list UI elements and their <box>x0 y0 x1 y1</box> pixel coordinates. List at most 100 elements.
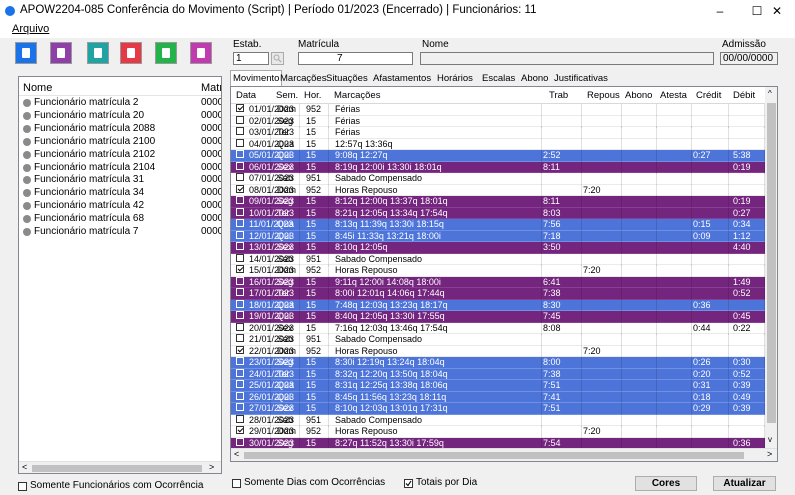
list-item[interactable]: Funcionário matrícula 2100 0000 <box>19 136 221 148</box>
table-row[interactable]: 06/01/2023 Sex 15 8:19q 12:00i 13:30i 18:01… <box>231 161 765 174</box>
row-checkbox[interactable] <box>236 138 244 147</box>
col-matr-header[interactable]: Matr <box>201 82 221 94</box>
row-checkbox[interactable] <box>236 219 244 227</box>
table-row[interactable]: 10/01/2023 Ter 15 8:21q 12:05q 13:34q 17:54… <box>231 207 765 220</box>
row-checkbox[interactable] <box>236 265 244 273</box>
estab-field[interactable]: 1 <box>233 52 269 65</box>
minimize-button[interactable]: – <box>702 0 738 22</box>
row-checkbox[interactable] <box>236 368 244 377</box>
scroll-thumb[interactable] <box>244 452 744 459</box>
totais-por-dia-checkbox[interactable] <box>404 479 413 488</box>
atualizar-button[interactable]: Atualizar <box>713 476 776 491</box>
row-checkbox[interactable] <box>236 242 244 250</box>
row-checkbox[interactable] <box>236 196 244 204</box>
tab-7[interactable]: Justificativas <box>552 72 610 85</box>
toolbar-button-5[interactable] <box>190 42 212 64</box>
table-row[interactable]: 07/01/2023 Sáb 951 Sabado Compensado <box>231 173 765 185</box>
table-row[interactable]: 19/01/2023 Qui 15 8:40q 12:05q 13:30i 17:55… <box>231 311 765 323</box>
scroll-right-icon[interactable]: > <box>767 449 772 459</box>
row-checkbox[interactable] <box>236 437 244 446</box>
table-row[interactable]: 15/01/2023 Dom 952 Horas Repouso 7:20 <box>231 265 765 277</box>
scroll-down-icon[interactable]: v <box>768 435 772 444</box>
search-icon[interactable] <box>271 52 284 65</box>
col-header-7[interactable]: Atesta <box>660 90 687 101</box>
table-row[interactable]: 25/01/2023 Qua 15 8:31q 12:25q 13:38q 18:06… <box>231 380 765 392</box>
row-checkbox[interactable] <box>236 207 244 216</box>
toolbar-button-4[interactable] <box>155 42 177 64</box>
row-checkbox[interactable] <box>236 253 244 262</box>
row-checkbox[interactable] <box>236 357 244 365</box>
toolbar-button-3[interactable] <box>120 42 142 64</box>
table-row[interactable]: 12/01/2023 Qui 15 8:45i 11:33q 13:21q 18:00… <box>231 230 765 243</box>
col-header-2[interactable]: Hor. <box>304 90 321 101</box>
row-checkbox[interactable] <box>236 150 244 158</box>
list-item[interactable]: Funcionário matrícula 7 0000 <box>19 226 221 238</box>
table-row[interactable]: 22/01/2023 Dom 952 Horas Repouso 7:20 <box>231 345 765 358</box>
table-row[interactable]: 02/01/2023 Seg 15 Férias <box>231 115 765 128</box>
table-row[interactable]: 09/01/2023 Seg 15 8:12q 12:00q 13:37q 18:01… <box>231 196 765 208</box>
cores-button[interactable]: Cores <box>635 476 697 491</box>
row-checkbox[interactable] <box>236 414 244 423</box>
list-item[interactable]: Funcionário matrícula 2 0000 <box>19 97 221 109</box>
table-row[interactable]: 23/01/2023 Seg 15 8:30i 12:19q 13:24q 18:04… <box>231 357 765 369</box>
row-checkbox[interactable] <box>236 311 244 319</box>
table-row[interactable]: 18/01/2023 Qua 15 7:48q 12:03q 13:23q 18:17… <box>231 299 765 312</box>
col-header-4[interactable]: Trab <box>549 90 568 101</box>
list-item[interactable]: Funcionário matrícula 20 0000 <box>19 110 221 122</box>
toolbar-button-2[interactable] <box>87 42 109 64</box>
row-checkbox[interactable] <box>236 403 244 411</box>
toolbar-button-0[interactable] <box>15 42 37 64</box>
col-header-3[interactable]: Marcações <box>334 90 380 101</box>
table-row[interactable]: 29/01/2023 Dom 952 Horas Repouso 7:20 <box>231 426 765 438</box>
employee-list-hscrollbar[interactable]: < > <box>19 461 221 473</box>
table-row[interactable]: 04/01/2023 Qua 15 12:57q 13:36q <box>231 138 765 151</box>
tab-5[interactable]: Escalas <box>480 72 517 85</box>
table-row[interactable]: 13/01/2023 Sex 15 8:10q 12:05q 3:50 4:40 <box>231 242 765 254</box>
tab-0[interactable]: Movimento <box>230 70 283 86</box>
col-header-5[interactable]: Repous <box>587 90 620 101</box>
table-row[interactable]: 17/01/2023 Ter 15 8:00i 12:01q 14:06q 17:44… <box>231 288 765 300</box>
list-item[interactable]: Funcionário matrícula 31 0000 <box>19 174 221 186</box>
row-checkbox[interactable] <box>236 288 244 296</box>
row-checkbox[interactable] <box>236 426 244 434</box>
table-row[interactable]: 05/01/2023 Qui 15 9:08q 12:27q 2:52 0:27 5:38 <box>231 150 765 162</box>
row-checkbox[interactable] <box>236 345 244 354</box>
table-row[interactable]: 11/01/2023 Qua 15 8:13q 11:39q 13:30i 18:15… <box>231 219 765 231</box>
col-header-1[interactable]: Sem. <box>276 90 298 101</box>
scroll-up-icon[interactable]: ^ <box>768 89 772 98</box>
table-row[interactable]: 08/01/2023 Dom 952 Horas Repouso 7:20 <box>231 184 765 197</box>
row-checkbox[interactable] <box>236 380 244 388</box>
somente-dias-checkbox[interactable] <box>232 479 241 488</box>
toolbar-button-1[interactable] <box>50 42 72 64</box>
row-checkbox[interactable] <box>236 115 244 124</box>
row-checkbox[interactable] <box>236 391 244 400</box>
row-checkbox[interactable] <box>236 322 244 331</box>
table-row[interactable]: 27/01/2023 Sex 15 8:10q 12:03q 13:01q 17:31… <box>231 403 765 415</box>
table-row[interactable]: 24/01/2023 Ter 15 8:32q 12:20q 13:50q 18:04… <box>231 368 765 381</box>
close-button[interactable]: ✕ <box>759 0 795 22</box>
scroll-right-icon[interactable]: > <box>209 462 214 472</box>
row-checkbox[interactable] <box>236 230 244 239</box>
table-row[interactable]: 26/01/2023 Qui 15 8:45q 11:56q 13:23q 18:11… <box>231 391 765 404</box>
table-row[interactable]: 14/01/2023 Sáb 951 Sabado Compensado <box>231 253 765 266</box>
grid-hscrollbar[interactable]: < > <box>231 448 777 461</box>
list-item[interactable]: Funcionário matrícula 68 0000 <box>19 213 221 225</box>
table-row[interactable]: 01/01/2023 Dom 952 Férias <box>231 104 765 116</box>
matricula-field[interactable]: 7 <box>298 52 413 65</box>
scroll-left-icon[interactable]: < <box>234 449 239 459</box>
row-checkbox[interactable] <box>236 173 244 181</box>
table-row[interactable]: 03/01/2023 Ter 15 Férias <box>231 127 765 139</box>
table-row[interactable]: 20/01/2023 Sex 15 7:16q 12:03q 13:46q 17:54… <box>231 322 765 335</box>
tab-4[interactable]: Horários <box>435 72 475 85</box>
col-nome-header[interactable]: Nome <box>23 82 52 94</box>
list-item[interactable]: Funcionário matrícula 2104 0000 <box>19 162 221 174</box>
tab-6[interactable]: Abono <box>519 72 550 85</box>
row-checkbox[interactable] <box>236 161 244 170</box>
list-item[interactable]: Funcionário matrícula 2088 0000 <box>19 123 221 135</box>
list-item[interactable]: Funcionário matrícula 2102 0000 <box>19 149 221 161</box>
list-item[interactable]: Funcionário matrícula 34 0000 <box>19 187 221 199</box>
col-header-8[interactable]: Crédit <box>696 90 721 101</box>
scroll-left-icon[interactable]: < <box>22 462 27 472</box>
row-checkbox[interactable] <box>236 299 244 308</box>
table-row[interactable]: 28/01/2023 Sáb 951 Sabado Compensado <box>231 414 765 427</box>
